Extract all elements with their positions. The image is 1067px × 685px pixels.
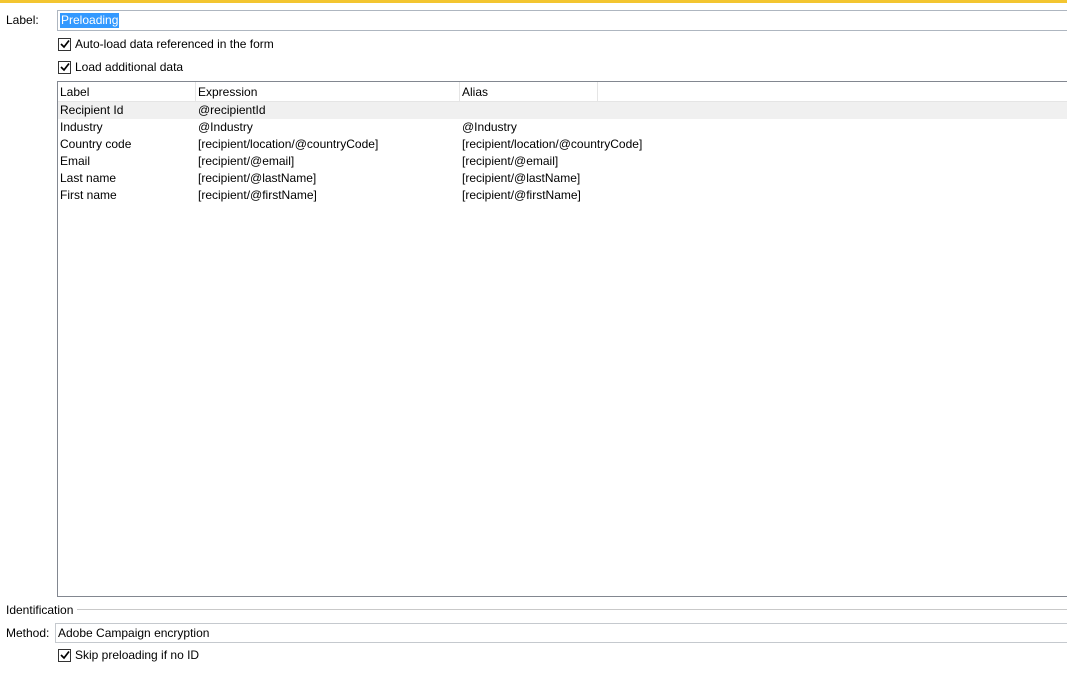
checkmark-icon — [59, 39, 70, 49]
column-header-label[interactable]: Label — [58, 82, 196, 102]
additional-data-grid[interactable]: Label Expression Alias Recipient Id @reci… — [57, 81, 1067, 597]
grid-body: Recipient Id @recipientId Industry @Industr… — [58, 102, 1067, 204]
table-row[interactable]: Recipient Id @recipientId — [58, 102, 1067, 119]
skip-preloading-option[interactable]: Skip preloading if no ID — [58, 648, 199, 662]
cell-alias: [recipient/@email] — [462, 154, 559, 168]
label-input-value: Preloading — [60, 13, 120, 28]
method-value: Adobe Campaign encryption — [58, 626, 210, 640]
identification-group-title: Identification — [6, 603, 74, 617]
table-row[interactable]: Email [recipient/@email] [recipient/@email… — [58, 153, 1067, 170]
grid-header: Label Expression Alias — [58, 82, 1067, 102]
cell-alias: [recipient/@firstName] — [462, 188, 581, 202]
cell-label: Country code — [60, 137, 132, 151]
load-additional-checkbox[interactable] — [58, 60, 71, 74]
cell-label: Email — [60, 154, 91, 168]
table-row[interactable]: Last name [recipient/@lastName] [recipient… — [58, 170, 1067, 187]
table-row[interactable]: Industry @Industry @Industry — [58, 119, 1067, 136]
load-additional-label: Load additional data — [75, 60, 184, 74]
cell-alias: [recipient/location/@countryCode] — [462, 137, 643, 151]
cell-alias: [recipient/@lastName] — [462, 171, 581, 185]
load-additional-option[interactable]: Load additional data — [58, 60, 183, 74]
checkmark-icon — [59, 62, 70, 72]
cell-label: Last name — [60, 171, 117, 185]
cell-expression: [recipient/location/@countryCode] — [198, 137, 379, 151]
column-header-alias[interactable]: Alias — [460, 82, 598, 102]
label-caption: Label: — [6, 13, 39, 27]
table-row[interactable]: Country code [recipient/location/@country… — [58, 136, 1067, 153]
column-header-expression[interactable]: Expression — [196, 82, 460, 102]
cell-label: Industry — [60, 120, 103, 134]
cell-alias: @Industry — [462, 120, 517, 134]
table-row[interactable]: First name [recipient/@firstName] [recipie… — [58, 187, 1067, 204]
label-input[interactable]: Preloading — [57, 10, 1067, 31]
method-caption: Method: — [6, 626, 50, 640]
method-field[interactable]: Adobe Campaign encryption — [55, 623, 1067, 643]
cell-expression: [recipient/@firstName] — [198, 188, 317, 202]
skip-preloading-label: Skip preloading if no ID — [75, 648, 200, 662]
checkmark-icon — [59, 650, 70, 660]
autoload-label: Auto-load data referenced in the form — [75, 37, 274, 51]
group-divider — [77, 609, 1067, 610]
window-top-accent — [0, 0, 1067, 3]
cell-label: First name — [60, 188, 117, 202]
autoload-option[interactable]: Auto-load data referenced in the form — [58, 37, 274, 51]
skip-preloading-checkbox[interactable] — [58, 648, 71, 662]
cell-label: Recipient Id — [60, 103, 124, 117]
cell-expression: @Industry — [198, 120, 253, 134]
cell-expression: [recipient/@email] — [198, 154, 295, 168]
cell-expression: [recipient/@lastName] — [198, 171, 317, 185]
autoload-checkbox[interactable] — [58, 37, 71, 51]
cell-expression: @recipientId — [198, 103, 266, 117]
